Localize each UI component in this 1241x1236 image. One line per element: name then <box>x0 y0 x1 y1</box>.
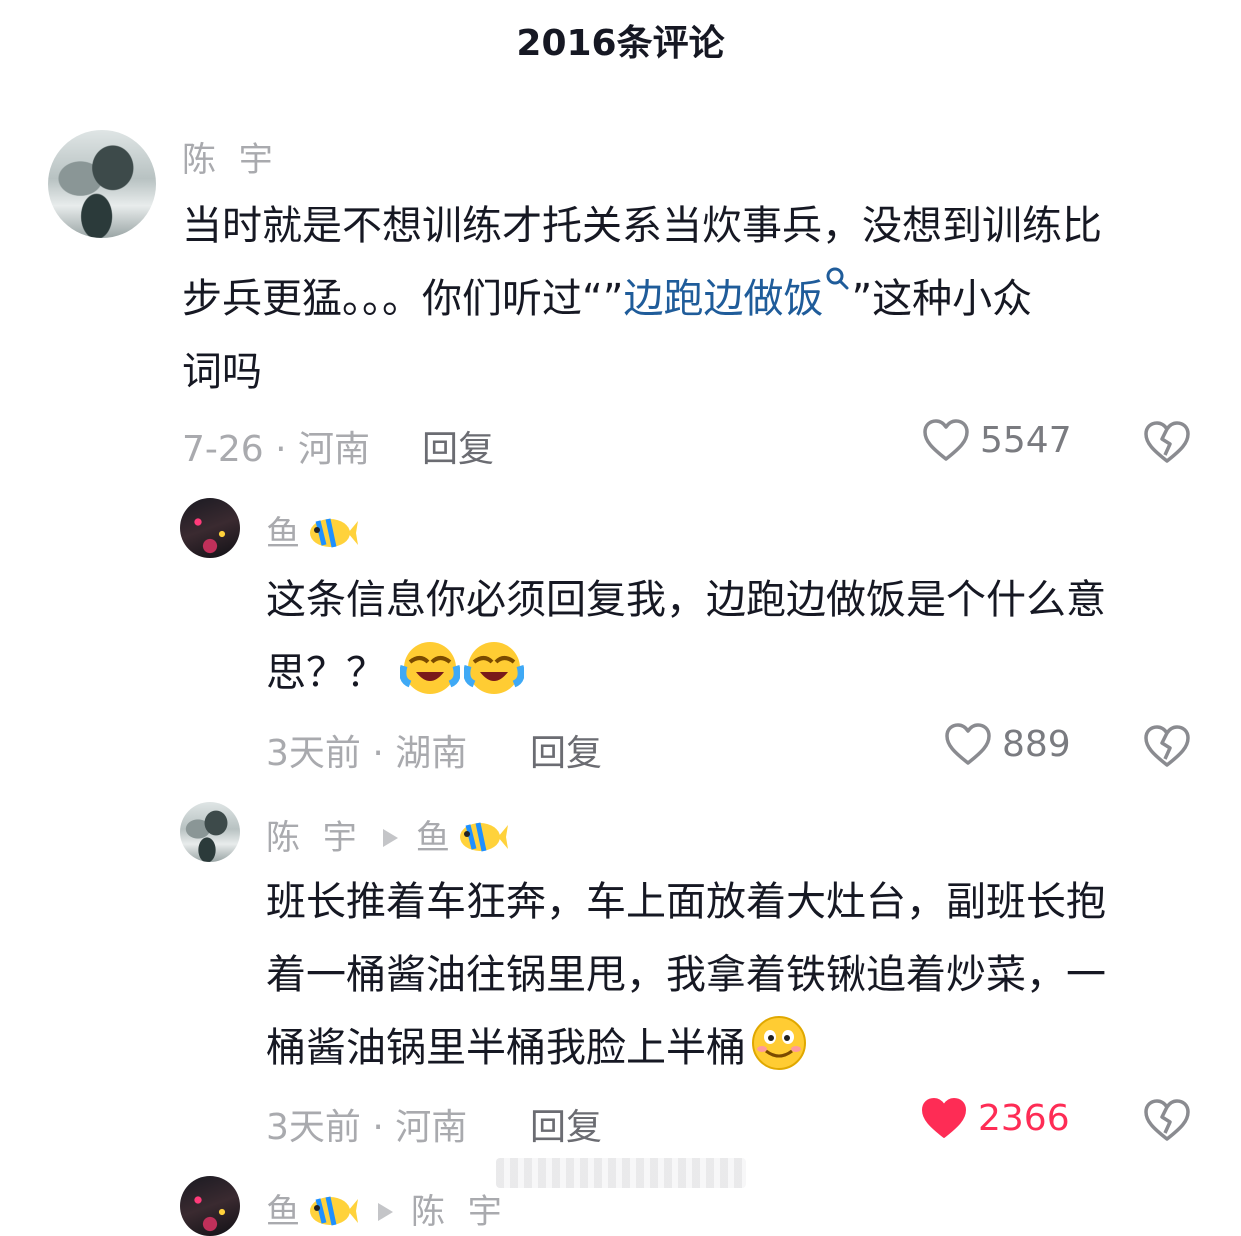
avatar[interactable] <box>48 130 156 238</box>
heart-outline-icon <box>945 723 991 765</box>
reply-content: 班长推着车狂奔，车上面放着大灶台，副班长抱 着一桶酱油往锅里甩，我拿着铁锹追着炒… <box>266 866 1206 1085</box>
heart-filled-icon <box>922 1098 966 1138</box>
reply-button[interactable]: 回复 <box>422 420 494 472</box>
comment-text: 步兵更猛。。。你们听过“” <box>182 276 624 322</box>
reply-button[interactable]: 回复 <box>530 1098 602 1150</box>
comment-count-title: 2016条评论 <box>516 23 725 64</box>
comment-username[interactable]: 陈 宇 <box>182 132 279 181</box>
avatar[interactable] <box>180 1176 240 1236</box>
reply-to-arrow-icon <box>378 1202 393 1221</box>
reply-line: 思？？ <box>266 637 1206 710</box>
like-button[interactable]: 889 <box>944 722 1071 766</box>
reply-username-text[interactable]: 鱼 <box>266 514 306 554</box>
avatar[interactable] <box>180 498 240 558</box>
like-button[interactable]: 5547 <box>922 418 1072 462</box>
smiling-face-icon <box>752 1016 806 1070</box>
reply-username[interactable]: 鱼 <box>266 506 358 555</box>
comment-content: 当时就是不想训练才托关系当炊事兵，没想到训练比 步兵更猛。。。你们听过“”边跑边… <box>182 190 1212 409</box>
reply-to-arrow-icon <box>382 828 398 847</box>
search-icon <box>826 267 849 290</box>
reply-username-text[interactable]: 鱼 <box>266 1192 306 1232</box>
search-link-text[interactable]: 边跑边做饭 <box>623 276 823 322</box>
comment-meta: 7-26 · 河南 <box>182 429 371 470</box>
reply-to-username[interactable]: 鱼 <box>416 818 456 858</box>
reply-content: 这条信息你必须回复我，边跑边做饭是个什么意 思？？ <box>266 564 1206 710</box>
dislike-icon[interactable] <box>1143 1098 1191 1142</box>
laughing-tears-icon <box>464 642 524 694</box>
like-count: 889 <box>1002 723 1071 765</box>
avatar[interactable] <box>180 802 240 862</box>
heart-outline-icon <box>923 419 969 461</box>
reply-username[interactable]: 陈 宇鱼 <box>266 810 508 859</box>
reply-text: 桶酱油锅里半桶我脸上半桶 <box>266 1025 746 1071</box>
reply-to-username[interactable]: 陈 宇 <box>411 1192 508 1232</box>
like-button[interactable]: 2366 <box>920 1096 1070 1140</box>
reply-meta: 3天前 · 河南 <box>266 1107 468 1148</box>
dislike-icon[interactable] <box>1143 420 1191 464</box>
comment-line: 当时就是不想训练才托关系当炊事兵，没想到训练比 <box>182 203 1102 249</box>
dislike-icon[interactable] <box>1143 724 1191 768</box>
reply-username-text[interactable]: 陈 宇 <box>266 818 363 858</box>
reply-line: 这条信息你必须回复我，边跑边做饭是个什么意 <box>266 577 1106 623</box>
laughing-tears-icon <box>400 642 460 694</box>
comment-line: 步兵更猛。。。你们听过“”边跑边做饭 ”这种小众 <box>182 263 1212 336</box>
comment-line: 词吗 <box>182 349 262 395</box>
reply-username[interactable]: 鱼陈 宇 <box>266 1184 508 1233</box>
tropical-fish-icon <box>459 822 508 852</box>
reply-line: 桶酱油锅里半桶我脸上半桶 <box>266 1012 1206 1085</box>
like-count: 2366 <box>978 1097 1070 1139</box>
tropical-fish-icon <box>310 518 358 548</box>
comment-text: ”这种小众 <box>851 276 1033 322</box>
reply-text: 思？？ <box>266 650 386 696</box>
tropical-fish-icon <box>310 1196 358 1226</box>
reply-meta: 3天前 · 湖南 <box>266 733 468 774</box>
expand-replies-placeholder[interactable] <box>496 1158 746 1188</box>
reply-line: 着一桶酱油往锅里甩，我拿着铁锹追着炒菜，一 <box>266 952 1106 998</box>
like-count: 5547 <box>980 419 1072 461</box>
reply-line: 班长推着车狂奔，车上面放着大灶台，副班长抱 <box>266 879 1106 925</box>
search-link[interactable]: 边跑边做饭 <box>623 267 851 322</box>
reply-button[interactable]: 回复 <box>530 724 602 776</box>
